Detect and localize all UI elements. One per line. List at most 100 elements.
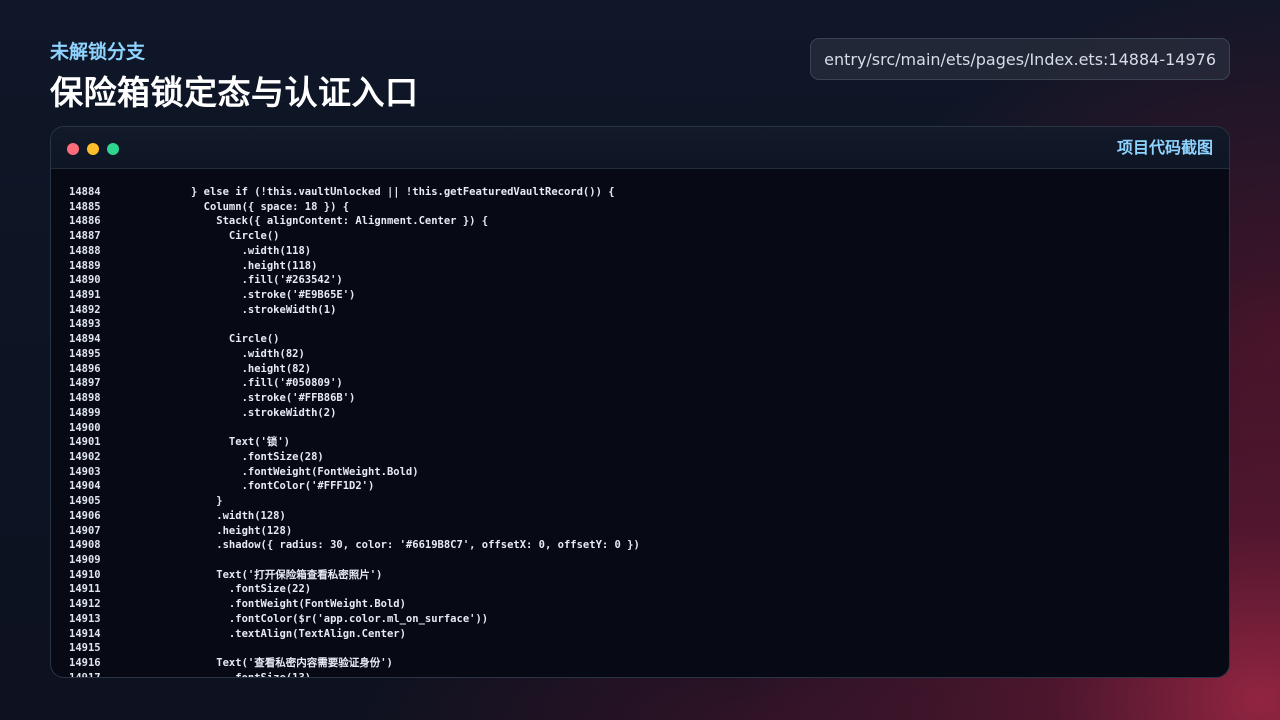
line-source: Circle() [191, 230, 280, 243]
line-source: } [191, 495, 223, 508]
line-number: 14898 [69, 392, 101, 405]
line-source: .fontSize(28) [191, 450, 324, 463]
code-line: 14906 .width(128) [51, 509, 1229, 524]
line-source [136, 641, 1229, 656]
page-title: 保险箱锁定态与认证入口 [50, 73, 419, 112]
code-line: 14889 .height(118) [51, 259, 1229, 274]
line-number: 14894 [69, 333, 101, 346]
line-number: 14896 [69, 362, 101, 375]
line-source: .strokeWidth(1) [191, 303, 337, 316]
line-number: 14897 [69, 377, 101, 390]
maximize-dot-icon [107, 143, 119, 155]
line-source: .fontColor($r('app.color.ml_on_surface')… [191, 612, 489, 625]
line-number: 14912 [69, 598, 101, 611]
code-line: 14895 .width(82) [51, 347, 1229, 362]
code-line: 14917 .fontSize(13) [51, 671, 1229, 677]
line-number: 14909 [69, 553, 101, 566]
window-titlebar: 项目代码截图 [51, 127, 1229, 169]
line-number: 14917 [51, 671, 136, 677]
code-line: 14892 .strokeWidth(1) [51, 303, 1229, 318]
code-line: 14887 Circle() [51, 229, 1229, 244]
code-line: 14909 [51, 553, 1229, 568]
line-source: .fontWeight(FontWeight.Bold) [191, 598, 406, 611]
line-number: 14911 [69, 583, 101, 596]
line-number: 14913 [69, 612, 101, 625]
code-line: 14893 [51, 317, 1229, 332]
window-label: 项目代码截图 [1116, 138, 1213, 157]
code-block: 14884} else if (!this.vaultUnlocked || !… [51, 185, 1229, 677]
line-number: 14888 [69, 244, 101, 257]
line-number: 14902 [69, 450, 101, 463]
line-number: 14900 [69, 421, 101, 434]
line-source: .width(128) [191, 509, 286, 522]
line-number: 14887 [69, 230, 101, 243]
line-source: Stack({ alignContent: Alignment.Center }… [191, 215, 489, 228]
line-number: 14890 [69, 274, 101, 287]
line-source [136, 421, 1229, 436]
line-number: 14899 [69, 406, 101, 419]
line-source: Text('锁') [191, 436, 291, 449]
line-number: 14903 [69, 465, 101, 478]
line-source: .textAlign(TextAlign.Center) [191, 627, 406, 640]
file-path-badge: entry/src/main/ets/pages/Index.ets:14884… [810, 38, 1230, 80]
line-source: Text('查看私密内容需要验证身份') [191, 657, 393, 669]
line-source: .height(82) [191, 362, 312, 375]
code-line: 14903 .fontWeight(FontWeight.Bold) [51, 465, 1229, 480]
code-line: 14890 .fill('#263542') [51, 273, 1229, 288]
line-number: 14886 [69, 215, 101, 228]
code-window: 项目代码截图 14884} else if (!this.vaultUnlock… [50, 126, 1230, 678]
code-line: 14905 } [51, 494, 1229, 509]
line-source [136, 553, 1229, 568]
line-source [136, 317, 1229, 332]
code-line: 14911 .fontSize(22) [51, 582, 1229, 597]
code-line: 14915 [51, 641, 1229, 656]
line-source: .fontWeight(FontWeight.Bold) [191, 465, 419, 478]
line-number: 14885 [69, 200, 101, 213]
code-line: 14914 .textAlign(TextAlign.Center) [51, 627, 1229, 642]
line-source: .fontColor('#FFF1D2') [191, 480, 375, 493]
code-line: 14891 .stroke('#E9B65E') [51, 288, 1229, 303]
code-line: 14886 Stack({ alignContent: Alignment.Ce… [51, 214, 1229, 229]
line-source: .stroke('#E9B65E') [191, 289, 356, 302]
section-eyebrow: 未解锁分支 [50, 41, 146, 63]
line-number: 14916 [69, 657, 101, 669]
code-line: 14884} else if (!this.vaultUnlocked || !… [51, 185, 1229, 200]
code-line: 14888 .width(118) [51, 244, 1229, 259]
code-line: 14900 [51, 421, 1229, 436]
line-number: 14907 [69, 524, 101, 537]
line-number: 14889 [69, 259, 101, 272]
line-source: .fontSize(13) [136, 671, 1229, 677]
line-source: .strokeWidth(2) [191, 406, 337, 419]
line-source: Circle() [191, 333, 280, 346]
line-source: .width(118) [191, 244, 312, 257]
line-number: 14908 [69, 539, 101, 552]
line-source: .fill('#050809') [191, 377, 343, 390]
line-number: 14891 [69, 289, 101, 302]
code-line: 14907 .height(128) [51, 524, 1229, 539]
line-source: .fontSize(22) [191, 583, 312, 596]
code-line: 14885 Column({ space: 18 }) { [51, 200, 1229, 215]
code-line: 14902 .fontSize(28) [51, 450, 1229, 465]
line-source: Text('打开保险箱查看私密照片') [191, 568, 383, 581]
line-source: .height(128) [191, 524, 293, 537]
line-source: .shadow({ radius: 30, color: '#6619B8C7'… [191, 539, 640, 552]
line-number: 14914 [69, 627, 101, 640]
line-source: } else if (!this.vaultUnlocked || !this.… [191, 186, 615, 198]
line-source: .stroke('#FFB86B') [191, 392, 356, 405]
line-number: 14901 [69, 436, 101, 449]
code-line: 14910 Text('打开保险箱查看私密照片') [51, 568, 1229, 583]
line-number: 14910 [69, 568, 101, 581]
code-line: 14894 Circle() [51, 332, 1229, 347]
line-number: 14895 [69, 347, 101, 360]
line-number: 14906 [69, 509, 101, 522]
close-dot-icon [67, 143, 79, 155]
line-number: 14915 [69, 642, 101, 655]
code-line: 14913 .fontColor($r('app.color.ml_on_sur… [51, 612, 1229, 627]
minimize-dot-icon [87, 143, 99, 155]
line-number: 14904 [69, 480, 101, 493]
code-line: 14896 .height(82) [51, 362, 1229, 377]
line-source: Column({ space: 18 }) { [191, 200, 350, 213]
code-line: 14897 .fill('#050809') [51, 376, 1229, 391]
code-line: 14899 .strokeWidth(2) [51, 406, 1229, 421]
line-source: .width(82) [191, 347, 305, 360]
